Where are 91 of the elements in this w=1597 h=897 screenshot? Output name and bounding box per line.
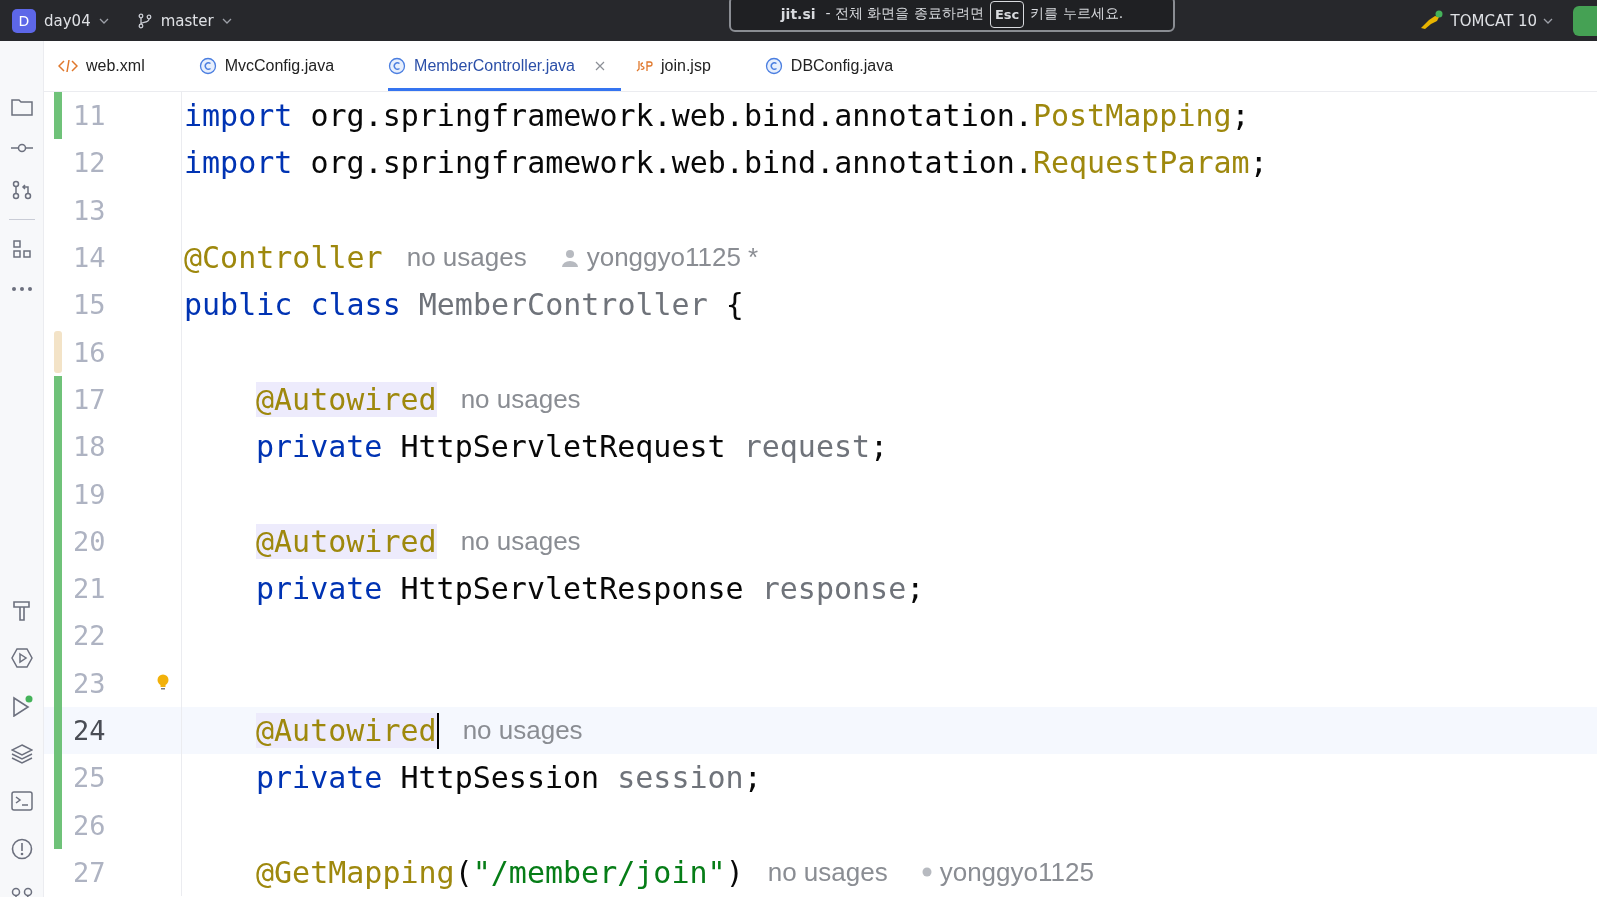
- identifier-text: MemberController: [418, 287, 708, 323]
- annotation-text: @Autowired: [256, 713, 437, 748]
- lightbulb-icon[interactable]: [156, 674, 169, 693]
- line-number: 18: [73, 431, 106, 463]
- notice-text: 키를 누르세요.: [1030, 5, 1124, 23]
- run-icon[interactable]: [10, 695, 33, 717]
- keyword-text: public class: [184, 287, 401, 323]
- line-number: 22: [73, 620, 106, 652]
- project-badge[interactable]: D: [12, 8, 36, 33]
- file-tab[interactable]: MemberController.java: [388, 41, 621, 91]
- person-icon: [921, 867, 932, 878]
- project-menu[interactable]: day04: [44, 11, 91, 30]
- code-text: ): [725, 854, 744, 890]
- change-marker[interactable]: [54, 801, 62, 849]
- annotation-text: @Controller: [184, 240, 383, 276]
- pull-request-icon[interactable]: [11, 180, 32, 200]
- identifier-text: session: [617, 760, 744, 796]
- keyword-text: private: [256, 429, 383, 465]
- annotation-text: @Autowired: [256, 381, 437, 417]
- line-number: 25: [73, 762, 106, 794]
- line-number: 14: [73, 242, 106, 274]
- identifier-text: request: [743, 429, 871, 465]
- site-name: jit.si: [780, 6, 816, 22]
- line-number: 20: [73, 525, 106, 557]
- chevron-icon: [98, 17, 109, 24]
- line-number: 24: [73, 715, 106, 746]
- line-number: 12: [73, 147, 106, 179]
- line-number: 26: [73, 809, 106, 841]
- annotation-text: @Autowired: [256, 523, 437, 559]
- code-text: org.springframework.web.bind.annotation.: [309, 145, 1033, 181]
- line-number: 17: [73, 383, 106, 415]
- close-icon[interactable]: [595, 61, 605, 71]
- code-text: ;: [1249, 145, 1268, 181]
- chevron-icon: [221, 17, 232, 24]
- xml-icon: [58, 59, 78, 73]
- file-tab[interactable]: web.xml: [58, 41, 171, 91]
- person-icon: [560, 248, 579, 267]
- line-number: 16: [73, 336, 106, 368]
- keyword-text: private: [256, 571, 383, 607]
- class-icon: [388, 57, 407, 75]
- problems-icon[interactable]: [10, 838, 33, 860]
- text-caret: [436, 712, 439, 749]
- file-tab[interactable]: MvcConfig.java: [198, 41, 361, 91]
- keyword-text: private: [256, 760, 383, 796]
- line-number: 19: [73, 478, 106, 510]
- chevron-icon: [1543, 17, 1553, 24]
- more-icon[interactable]: [10, 286, 33, 292]
- terminal-icon[interactable]: [10, 791, 33, 811]
- class-icon: [198, 57, 217, 75]
- class-name-text: PostMapping: [1032, 98, 1232, 134]
- annotation-text: @GetMapping: [256, 854, 455, 890]
- code-text: (: [454, 854, 473, 890]
- string-text: "/member/join": [472, 854, 726, 890]
- services-icon[interactable]: [10, 648, 33, 668]
- folder-icon[interactable]: [10, 98, 33, 116]
- file-tab[interactable]: DBConfig.java: [764, 41, 920, 91]
- hammer-icon[interactable]: [11, 599, 32, 621]
- code-text: HttpSession: [399, 760, 601, 796]
- line-number: 27: [73, 856, 106, 888]
- line-number: 21: [73, 573, 106, 605]
- change-marker[interactable]: [54, 330, 62, 374]
- code-text: {: [725, 287, 744, 323]
- code-text: org.springframework.web.bind.annotation.: [309, 98, 1033, 134]
- line-number: 23: [73, 667, 106, 699]
- code-text: ;: [870, 429, 889, 465]
- change-marker[interactable]: [54, 92, 62, 140]
- structure-icon[interactable]: [11, 239, 32, 259]
- layers-icon[interactable]: [10, 744, 33, 764]
- class-name-text: RequestParam: [1032, 145, 1250, 181]
- commit-icon[interactable]: [10, 143, 33, 153]
- line-number: 15: [73, 289, 106, 321]
- line-number: 11: [73, 100, 106, 132]
- identifier-text: response: [761, 571, 907, 607]
- branch-icon: [136, 12, 153, 29]
- line-number: 13: [73, 194, 106, 226]
- change-marker[interactable]: [54, 375, 62, 424]
- code-text: HttpServletRequest: [399, 429, 727, 465]
- keyword-text: import: [184, 145, 293, 181]
- keyword-text: import: [184, 98, 293, 134]
- jsp-icon: [635, 59, 653, 73]
- code-text: ;: [906, 571, 925, 607]
- file-tab[interactable]: join.jsp: [635, 41, 737, 91]
- esc-key: Esc: [989, 0, 1025, 28]
- notice-text: - 전체 화면을 종료하려면: [825, 5, 984, 23]
- code-text: HttpServletResponse: [399, 571, 745, 607]
- branch-menu[interactable]: master: [160, 11, 214, 30]
- code-text: ;: [743, 760, 762, 796]
- code-text: ;: [1231, 98, 1250, 134]
- run-configuration-menu[interactable]: TOMCAT 10: [1450, 11, 1537, 30]
- author-hint[interactable]: yonggyo1125 *: [586, 242, 759, 274]
- class-icon: [764, 57, 783, 75]
